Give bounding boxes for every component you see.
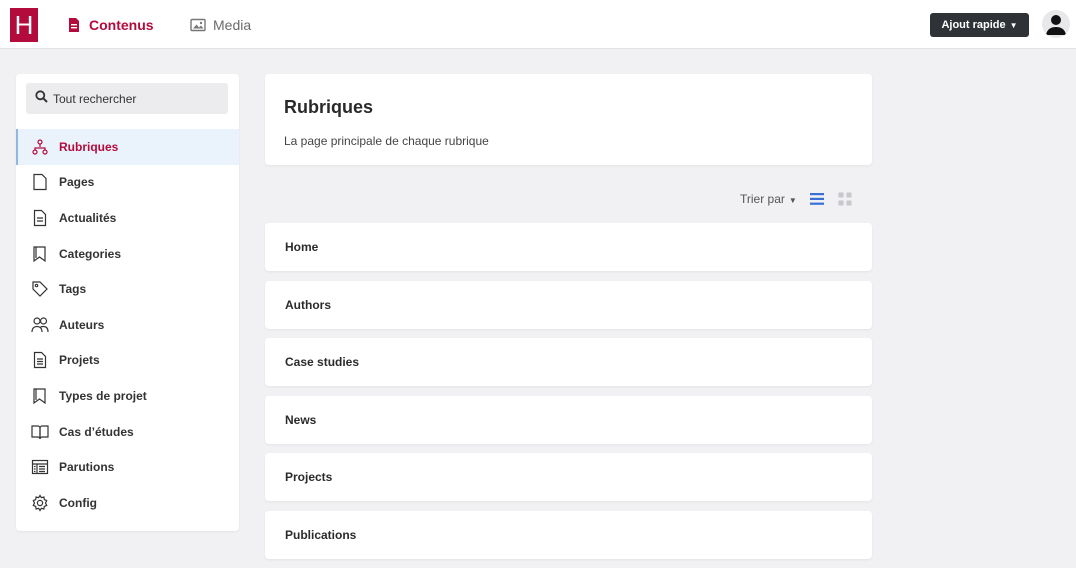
gear-icon bbox=[31, 494, 49, 512]
sidebar-item-label: Pages bbox=[59, 175, 95, 190]
list-item[interactable]: Case studies bbox=[265, 338, 872, 386]
app-logo[interactable]: H bbox=[10, 8, 38, 42]
sort-dropdown[interactable]: Trier par ▼ bbox=[740, 192, 797, 206]
page-header-card: Rubriques La page principale de chaque r… bbox=[265, 74, 872, 165]
document-icon bbox=[66, 17, 82, 33]
sidebar-item-auteurs[interactable]: Auteurs bbox=[16, 307, 239, 343]
book-icon bbox=[31, 423, 49, 441]
grid-view-icon[interactable] bbox=[837, 191, 853, 207]
list-item[interactable]: Publications bbox=[265, 510, 872, 559]
list-item-label: Authors bbox=[285, 297, 331, 312]
sidebar-item-label: Types de projet bbox=[59, 388, 147, 403]
sidebar-item-cas-detudes[interactable]: Cas d’études bbox=[16, 414, 239, 450]
sidebar-item-actualites[interactable]: Actualités bbox=[16, 200, 239, 236]
list-item[interactable]: News bbox=[265, 395, 872, 444]
sidebar-nav: Rubriques Pages Actualités Categories Ta… bbox=[16, 129, 239, 521]
quick-add-button[interactable]: Ajout rapide ▼ bbox=[930, 13, 1029, 37]
sidebar-item-tags[interactable]: Tags bbox=[16, 271, 239, 307]
sidebar-item-label: Tags bbox=[59, 282, 87, 297]
sitemap-icon bbox=[31, 138, 49, 156]
tab-media-label: Media bbox=[213, 17, 252, 33]
user-avatar[interactable] bbox=[1042, 10, 1070, 38]
sidebar-item-parutions[interactable]: Parutions bbox=[16, 449, 239, 485]
sidebar-item-types-de-projet[interactable]: Types de projet bbox=[16, 378, 239, 414]
sort-toolbar: Trier par ▼ bbox=[740, 190, 853, 208]
sort-label: Trier par bbox=[740, 192, 785, 206]
bookmark-icon bbox=[31, 245, 49, 263]
list-item-label: News bbox=[285, 412, 317, 427]
sidebar-item-label: Rubriques bbox=[59, 139, 119, 154]
list-item-label: Home bbox=[285, 240, 319, 254]
sidebar-item-label: Config bbox=[59, 495, 97, 510]
sidebar-item-label: Auteurs bbox=[59, 317, 105, 332]
sidebar-item-label: Projets bbox=[59, 353, 100, 368]
sidebar-item-projets[interactable]: Projets bbox=[16, 343, 239, 379]
rubriques-list: Home Authors Case studies News Projects … bbox=[265, 223, 872, 568]
page-title: Rubriques bbox=[284, 97, 374, 117]
list-item[interactable]: Home bbox=[265, 223, 872, 271]
news-icon bbox=[31, 209, 49, 227]
tab-media[interactable]: Media bbox=[190, 15, 251, 35]
tab-contenus-label: Contenus bbox=[89, 17, 154, 33]
image-icon bbox=[190, 17, 206, 33]
tag-icon bbox=[31, 280, 49, 298]
list-item-label: Publications bbox=[285, 527, 357, 542]
caret-down-icon: ▼ bbox=[1009, 20, 1018, 30]
list-item[interactable]: Projects bbox=[265, 453, 872, 501]
caret-down-icon: ▼ bbox=[788, 196, 797, 205]
list-item[interactable]: Authors bbox=[265, 280, 872, 329]
sidebar-item-categories[interactable]: Categories bbox=[16, 236, 239, 272]
list-view-icon[interactable] bbox=[809, 191, 825, 207]
top-bar: H Contenus Media Ajout rapide ▼ bbox=[0, 0, 1076, 49]
quick-add-label: Ajout rapide bbox=[941, 19, 1006, 31]
users-icon bbox=[31, 316, 49, 334]
search-input[interactable] bbox=[53, 91, 223, 106]
sidebar-item-config[interactable]: Config bbox=[16, 485, 239, 521]
newspaper-icon bbox=[31, 458, 49, 476]
list-item-label: Case studies bbox=[285, 355, 360, 369]
list-item-label: Projects bbox=[285, 470, 333, 484]
project-file-icon bbox=[31, 351, 49, 369]
bookmark-icon bbox=[31, 387, 49, 405]
search-box[interactable] bbox=[26, 83, 228, 114]
sidebar-item-pages[interactable]: Pages bbox=[16, 165, 239, 201]
sidebar-item-label: Parutions bbox=[59, 460, 115, 475]
sidebar-item-label: Cas d’études bbox=[59, 424, 134, 439]
sidebar: Rubriques Pages Actualités Categories Ta… bbox=[16, 74, 239, 531]
sidebar-item-rubriques[interactable]: Rubriques bbox=[16, 129, 239, 165]
page-icon bbox=[31, 173, 49, 191]
search-icon bbox=[35, 89, 48, 108]
sidebar-item-label: Actualités bbox=[59, 210, 117, 225]
sidebar-item-label: Categories bbox=[59, 246, 122, 261]
page-subtitle: La page principale de chaque rubrique bbox=[284, 134, 489, 148]
tab-contenus[interactable]: Contenus bbox=[66, 15, 154, 35]
